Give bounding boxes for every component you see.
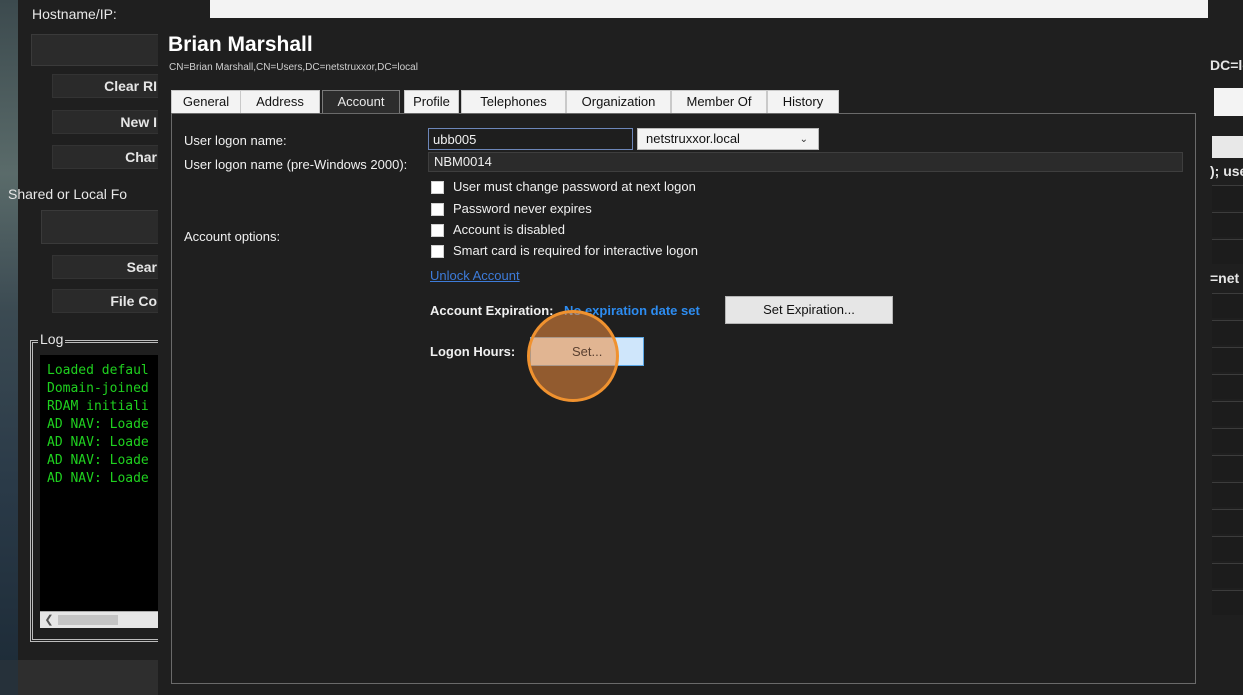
set-expiration-button[interactable]: Set Expiration... [725,296,893,324]
list-item[interactable] [1212,185,1243,210]
desktop-wallpaper-strip [0,0,18,695]
list-item[interactable] [1212,320,1243,345]
account-options-label: Account options: [184,229,281,244]
list-item[interactable] [1212,428,1243,453]
prewin-logon-field[interactable]: NBM0014 [428,152,1183,172]
checkbox-label: Password never expires [453,201,592,216]
domain-select[interactable]: netstruxxor.local ⌄ [637,128,819,150]
set-logon-hours-button[interactable] [530,337,644,366]
scrollbar-thumb[interactable] [58,615,118,625]
list-item[interactable] [1212,212,1243,237]
shared-folder-label: Shared or Local Fo [8,186,128,202]
logon-name-input[interactable] [428,128,633,150]
hostname-input[interactable] [31,34,173,66]
chevron-left-icon[interactable]: ❮ [42,612,56,628]
log-output[interactable]: Loaded defaul Domain-joined RDAM initial… [40,355,170,611]
tab-organization[interactable]: Organization [566,90,671,114]
checkbox[interactable] [431,224,444,237]
account-tab-panel [171,113,1196,684]
checkbox-label: User must change password at next logon [453,179,696,194]
prewin-logon-label: User logon name (pre-Windows 2000): [184,157,408,172]
list-item[interactable] [1212,536,1243,561]
clear-button[interactable]: Clear RI [52,74,162,98]
log-line: AD NAV: Loade [47,453,149,468]
list-item[interactable] [1212,239,1243,264]
list-item[interactable] [1212,374,1243,399]
tab-account[interactable]: Account [322,90,400,115]
list-item[interactable] [1212,509,1243,534]
desktop-wallpaper-strip-bottom [0,660,18,695]
right-panel-field[interactable] [1212,136,1243,158]
distinguished-name: CN=Brian Marshall,CN=Users,DC=netstruxxo… [169,62,418,73]
list-item[interactable] [1212,590,1243,615]
log-line: Loaded defaul [47,363,149,378]
right-dn-fragment: DC=lo [1210,57,1243,73]
list-item[interactable] [1212,293,1243,318]
log-line: RDAM initiali [47,399,149,414]
right-panel-input[interactable] [1214,88,1243,116]
log-line: AD NAV: Loade [47,417,149,432]
account-expiration-value: No expiration date set [564,303,700,318]
list-item[interactable] [1212,401,1243,426]
list-item[interactable] [1212,455,1243,480]
change-button[interactable]: Char [52,145,162,169]
log-legend: Log [38,331,66,347]
shared-folder-input[interactable] [41,210,173,244]
checkbox-label: Account is disabled [453,222,566,237]
checkbox[interactable] [431,181,444,194]
tab-telephones[interactable]: Telephones [461,90,566,114]
new-button[interactable]: New I [52,110,162,134]
log-horizontal-scrollbar[interactable]: ❮ [40,611,170,628]
checkbox[interactable] [431,245,444,258]
tab-profile[interactable]: Profile [404,90,459,114]
unlock-account-link[interactable]: Unlock Account [430,268,520,283]
checkbox-label: Smart card is required for interactive l… [453,243,698,258]
right-text-fragment: ); use [1210,163,1243,179]
list-item[interactable] [1212,347,1243,372]
tab-member-of[interactable]: Member Of [671,90,767,114]
list-item[interactable] [1212,482,1243,507]
list-item[interactable] [1212,563,1243,588]
log-line: Domain-joined [47,381,149,396]
log-line: AD NAV: Loade [47,435,149,450]
chevron-down-icon: ⌄ [799,134,808,145]
tab-general[interactable]: General [171,90,241,114]
hostname-label: Hostname/IP: [32,6,117,22]
logon-name-label: User logon name: [184,133,287,148]
logon-hours-label: Logon Hours: [430,344,516,359]
dialog-title: Brian Marshall [168,33,313,56]
account-expiration-label: Account Expiration: [430,303,554,318]
file-copy-button[interactable]: File Co [52,289,162,313]
domain-select-value: netstruxxor.local [646,131,740,146]
tab-address[interactable]: Address [240,90,320,114]
log-line: AD NAV: Loade [47,471,149,486]
checkbox[interactable] [431,203,444,216]
search-button[interactable]: Sear [52,255,162,279]
tab-history[interactable]: History [767,90,839,114]
right-text-fragment: =net [1210,270,1240,286]
